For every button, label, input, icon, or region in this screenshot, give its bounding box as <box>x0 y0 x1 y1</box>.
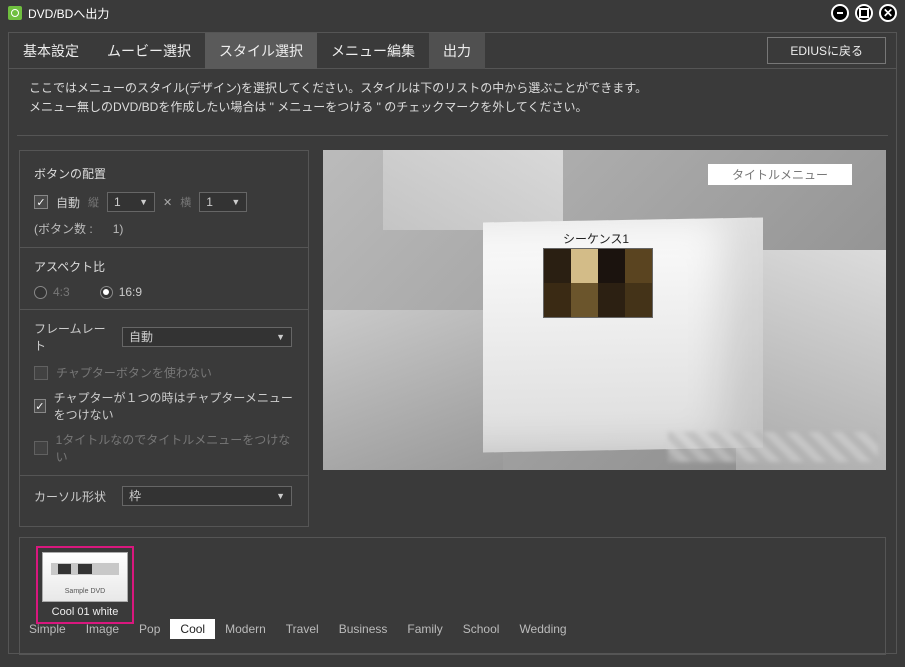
content-area: ボタンの配置 自動 縦 1▼ ✕ 横 1▼ (ボタン数 : 1) アスペクト比 … <box>9 136 896 527</box>
cross-label: ✕ <box>163 196 172 209</box>
preview-pane: タイトルメニュー シーケンス1 <box>323 150 886 470</box>
sequence-label: シーケンス1 <box>563 230 629 247</box>
horizontal-label: 横 <box>180 194 191 210</box>
category-school[interactable]: School <box>453 619 510 639</box>
cursor-select[interactable]: 枠▼ <box>122 486 292 506</box>
auto-layout-row: 自動 縦 1▼ ✕ 横 1▼ <box>34 192 294 212</box>
main-frame: 基本設定 ムービー選択 スタイル選択 メニュー編集 出力 EDIUSに戻る ここ… <box>8 32 897 654</box>
button-count: (ボタン数 : 1) <box>34 220 294 237</box>
style-caption: Cool 01 white <box>52 606 119 618</box>
vertical-label: 縦 <box>88 194 99 210</box>
single-chapter-checkbox[interactable] <box>34 399 46 413</box>
single-title-label: 1タイトルなのでタイトルメニューをつけない <box>56 431 294 465</box>
app-icon <box>8 6 22 20</box>
preview-cube <box>383 150 563 230</box>
category-simple[interactable]: Simple <box>19 619 76 639</box>
category-pop[interactable]: Pop <box>129 619 170 639</box>
aspect-169-radio[interactable] <box>100 286 113 299</box>
aspect-row: 4:3 16:9 <box>34 285 294 299</box>
description: ここではメニューのスタイル(デザイン)を選択してください。スタイルは下のリストの… <box>17 69 888 136</box>
category-tabs: Simple Image Pop Cool Modern Travel Busi… <box>19 619 886 639</box>
cursor-label: カーソル形状 <box>34 488 112 505</box>
auto-layout-label: 自動 <box>56 194 80 211</box>
no-chapter-btn-checkbox <box>34 366 48 380</box>
vertical-select[interactable]: 1▼ <box>107 192 155 212</box>
category-cool[interactable]: Cool <box>170 619 215 639</box>
window-title: DVD/BDへ出力 <box>28 5 831 22</box>
category-image[interactable]: Image <box>76 619 129 639</box>
category-family[interactable]: Family <box>397 619 452 639</box>
step-tabs: 基本設定 ムービー選択 スタイル選択 メニュー編集 出力 EDIUSに戻る <box>9 33 896 69</box>
tab-basic[interactable]: 基本設定 <box>9 33 93 69</box>
aspect-169-label: 16:9 <box>119 285 142 299</box>
title-menu-label: タイトルメニュー <box>708 164 852 185</box>
tab-menu-edit[interactable]: メニュー編集 <box>317 33 429 69</box>
category-wedding[interactable]: Wedding <box>509 619 576 639</box>
titlebar: DVD/BDへ出力 ✕ <box>0 0 905 26</box>
category-business[interactable]: Business <box>329 619 398 639</box>
aspect-43-label: 4:3 <box>53 285 70 299</box>
tab-style[interactable]: スタイル選択 <box>205 33 317 69</box>
tab-output[interactable]: 出力 <box>429 33 485 69</box>
preview-watermark <box>668 432 878 462</box>
aspect-43-radio[interactable] <box>34 286 47 299</box>
category-travel[interactable]: Travel <box>276 619 329 639</box>
preview-cube <box>323 310 503 470</box>
close-button[interactable]: ✕ <box>879 4 897 22</box>
style-thumbnail: Sample DVD <box>42 552 128 602</box>
single-chapter-label: チャプターが１つの時はチャプターメニューをつけない <box>54 389 294 423</box>
single-chapter-row: チャプターが１つの時はチャプターメニューをつけない <box>34 389 294 423</box>
single-title-row: 1タイトルなのでタイトルメニューをつけない <box>34 431 294 465</box>
single-title-checkbox <box>34 441 48 455</box>
description-line-1: ここではメニューのスタイル(デザイン)を選択してください。スタイルは下のリストの… <box>29 79 876 98</box>
settings-panel: ボタンの配置 自動 縦 1▼ ✕ 横 1▼ (ボタン数 : 1) アスペクト比 … <box>19 150 309 527</box>
framerate-select[interactable]: 自動▼ <box>122 327 292 347</box>
framerate-label: フレームレート <box>34 320 112 354</box>
aspect-label: アスペクト比 <box>34 258 294 275</box>
auto-layout-checkbox[interactable] <box>34 195 48 209</box>
minimize-button[interactable] <box>831 4 849 22</box>
framerate-row: フレームレート 自動▼ <box>34 320 294 354</box>
category-modern[interactable]: Modern <box>215 619 276 639</box>
window-buttons: ✕ <box>831 4 897 22</box>
return-to-edius-button[interactable]: EDIUSに戻る <box>767 37 886 64</box>
horizontal-select[interactable]: 1▼ <box>199 192 247 212</box>
sequence-thumbnail[interactable] <box>543 248 653 318</box>
no-chapter-btn-row: チャプターボタンを使わない <box>34 364 294 381</box>
description-line-2: メニュー無しのDVD/BDを作成したい場合は " メニューをつける " のチェッ… <box>29 98 876 117</box>
style-item-selected[interactable]: Sample DVD Cool 01 white <box>36 546 134 624</box>
tab-movie[interactable]: ムービー選択 <box>93 33 205 69</box>
button-layout-label: ボタンの配置 <box>34 165 294 182</box>
cursor-row: カーソル形状 枠▼ <box>34 486 294 506</box>
no-chapter-btn-label: チャプターボタンを使わない <box>56 364 212 381</box>
maximize-button[interactable] <box>855 4 873 22</box>
